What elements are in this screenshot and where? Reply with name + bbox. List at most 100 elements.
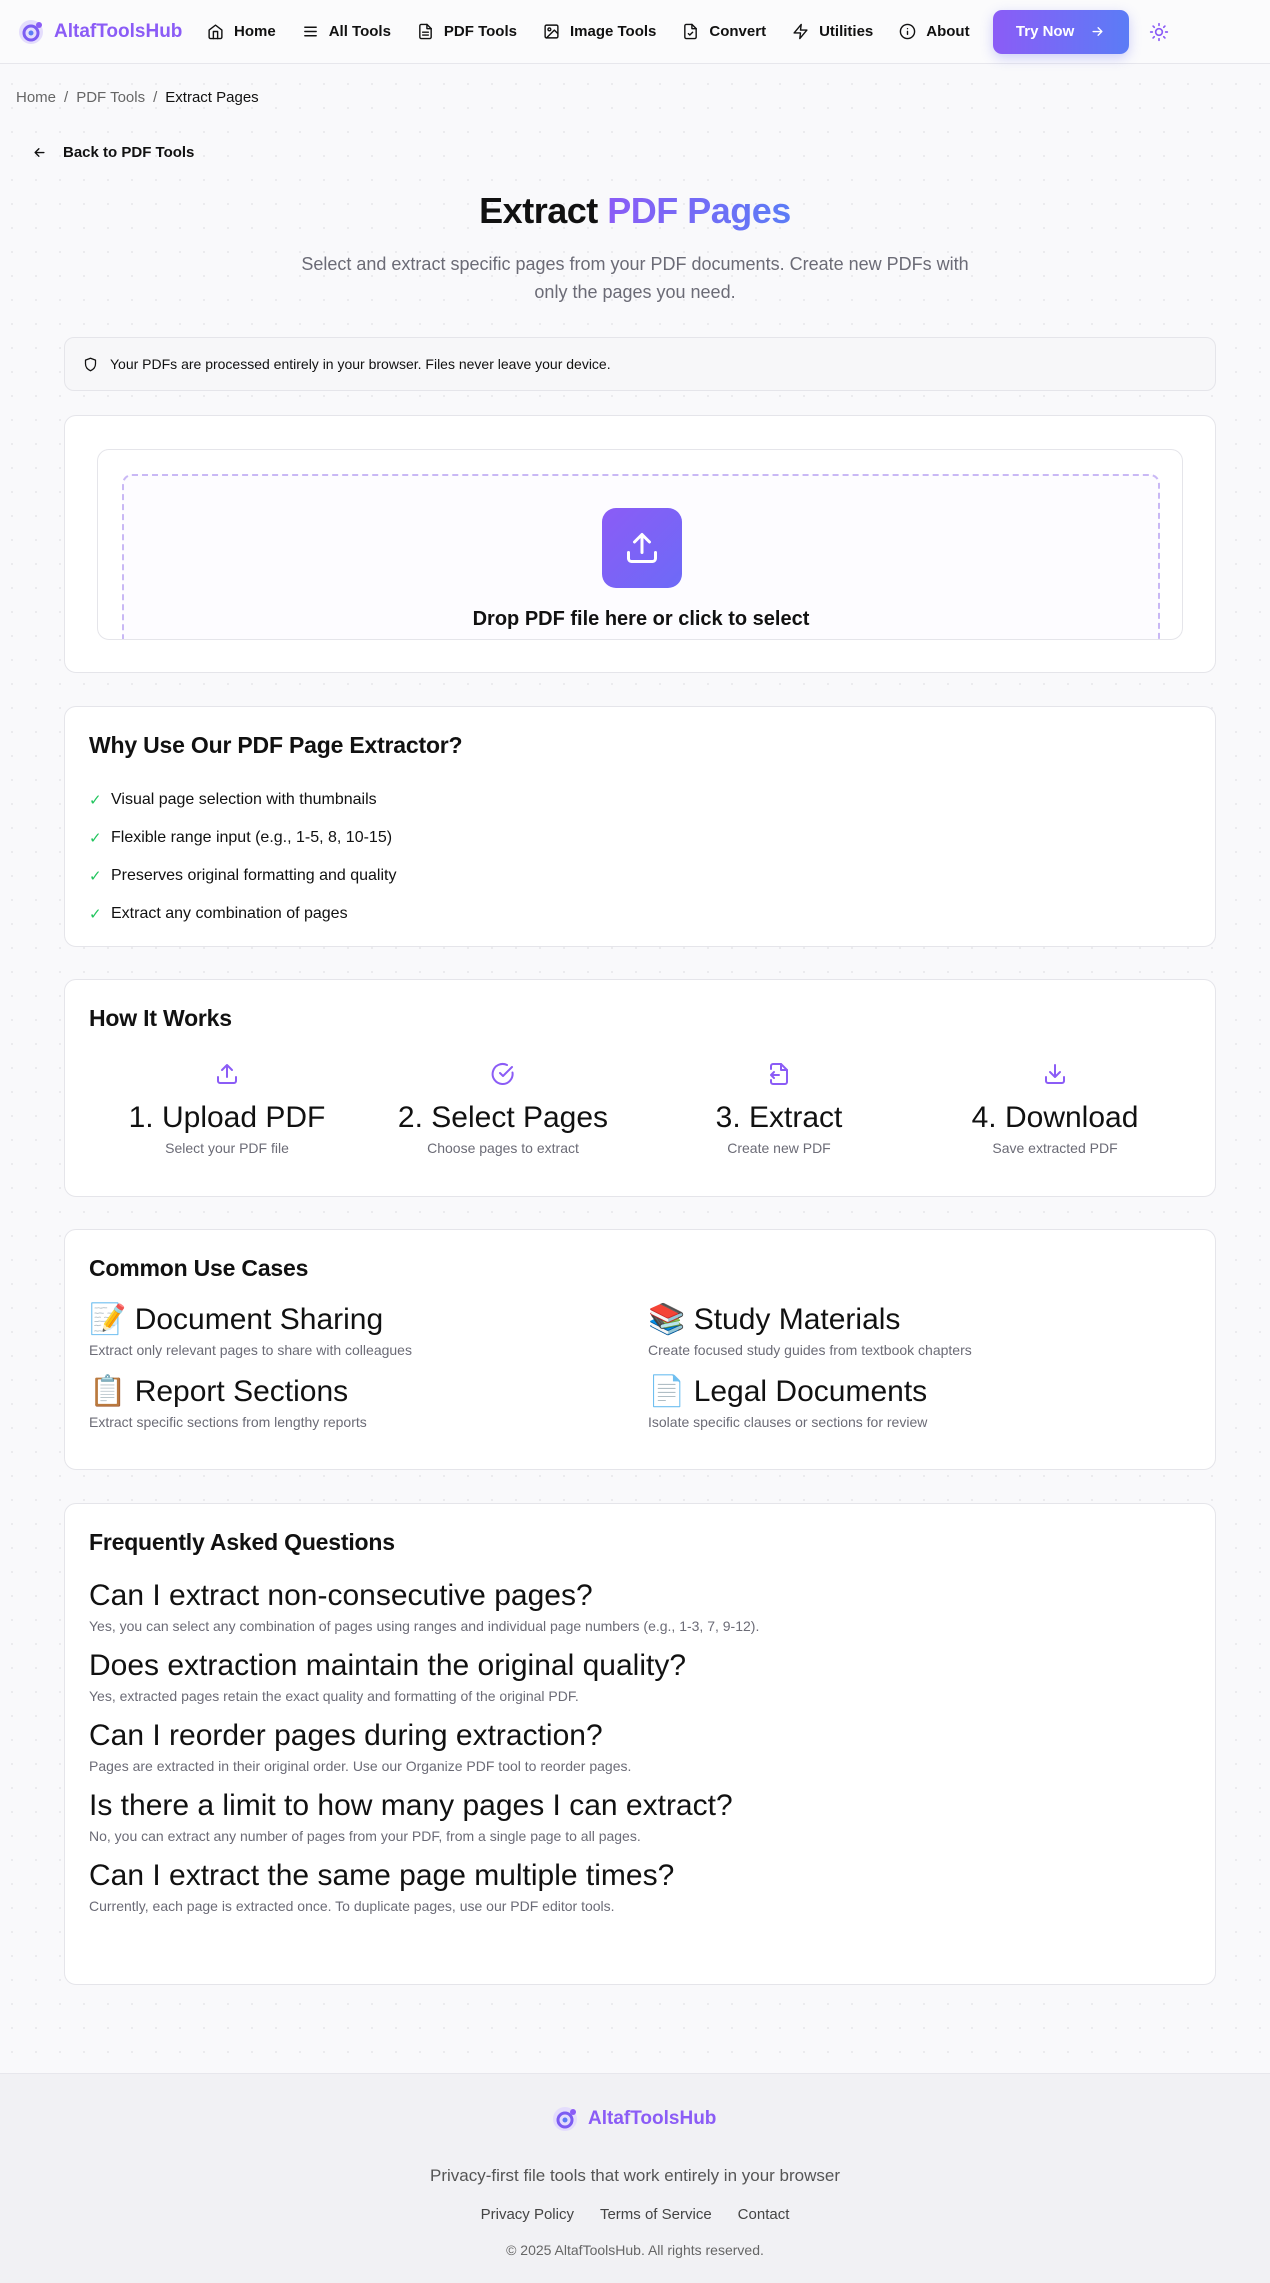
faq-answer: No, you can extract any number of pages … bbox=[89, 1828, 641, 1844]
faq-question: Does extraction maintain the original qu… bbox=[89, 1649, 686, 1682]
logo-icon bbox=[553, 2107, 577, 2131]
faq-answer: Pages are extracted in their original or… bbox=[89, 1758, 632, 1774]
faq-item: Can I extract the same page multiple tim… bbox=[89, 1858, 1191, 1914]
file-convert-icon bbox=[684, 23, 698, 40]
nav-item-label: About bbox=[926, 23, 970, 40]
faq-question: Can I reorder pages during extraction? bbox=[89, 1719, 603, 1752]
nav-item-label: Home bbox=[234, 23, 276, 40]
back-to-pdf-tools-link[interactable]: Back to PDF Tools bbox=[32, 144, 194, 161]
step-desc: Select your PDF file bbox=[165, 1140, 289, 1156]
faq-item: Can I reorder pages during extraction? P… bbox=[89, 1718, 1191, 1774]
use-case-item: 📄 Legal Documents Isolate specific claus… bbox=[648, 1372, 1193, 1430]
nav-item-image-tools[interactable]: Image Tools bbox=[532, 12, 671, 52]
faq-item: Can I extract non-consecutive pages? Yes… bbox=[89, 1578, 1191, 1634]
dropzone-prompt: Drop PDF file here or click to select bbox=[472, 608, 810, 630]
nav-item-utilities[interactable]: Utilities bbox=[781, 12, 888, 52]
use-case-title: 📝 Document Sharing bbox=[89, 1303, 384, 1336]
zap-icon bbox=[793, 23, 808, 40]
faq-answer: Yes, extracted pages retain the exact qu… bbox=[89, 1688, 579, 1704]
sun-icon[interactable] bbox=[1149, 22, 1169, 42]
file-export-icon bbox=[770, 1063, 788, 1085]
nav-item-label: Image Tools bbox=[569, 23, 657, 40]
image-icon bbox=[544, 24, 559, 39]
home-icon bbox=[208, 24, 223, 40]
use-case-title: 📚 Study Materials bbox=[648, 1303, 901, 1336]
feature-text: Preserves original formatting and qualit… bbox=[111, 867, 397, 884]
breadcrumb-pdf-tools[interactable]: PDF Tools bbox=[76, 89, 145, 106]
use-case-desc: Extract specific sections from lengthy r… bbox=[89, 1414, 367, 1430]
logo-icon bbox=[19, 19, 43, 44]
privacy-notice: Your PDFs are processed entirely in your… bbox=[64, 337, 1216, 391]
feature-text: Visual page selection with thumbnails bbox=[111, 791, 377, 808]
feature-text: Extract any combination of pages bbox=[111, 905, 348, 922]
use-case-title: 📋 Report Sections bbox=[89, 1375, 349, 1408]
footer-link-contact[interactable]: Contact bbox=[738, 2206, 790, 2223]
use-case-item: 📝 Document Sharing Extract only relevant… bbox=[89, 1300, 648, 1358]
step-download: 4. Download Save extracted PDF bbox=[917, 1062, 1193, 1156]
list-item: ✓ Preserves original formatting and quali… bbox=[89, 857, 1191, 895]
try-now-button[interactable]: Try Now bbox=[992, 9, 1129, 54]
faq-card: Frequently Asked Questions Can I extract… bbox=[64, 1503, 1216, 1985]
step-select: 2. Select Pages Choose pages to extract bbox=[365, 1062, 641, 1156]
use-case-title: 📄 Legal Documents bbox=[648, 1375, 928, 1408]
nav-item-label: PDF Tools bbox=[443, 23, 517, 40]
try-now-label: Try Now bbox=[1015, 23, 1075, 40]
step-title: 4. Download bbox=[971, 1101, 1139, 1134]
faq-answer: Currently, each page is extracted once. … bbox=[89, 1898, 615, 1914]
upload-panel: Drop PDF file here or click to select bbox=[97, 449, 1183, 640]
list-item: ✓ Flexible range input (e.g., 1-5, 8, 10-… bbox=[89, 819, 1191, 857]
faq-item: Does extraction maintain the original qu… bbox=[89, 1648, 1191, 1704]
page-title-plain: Extract bbox=[479, 190, 598, 231]
step-title: 1. Upload PDF bbox=[128, 1101, 326, 1134]
footer-link-terms[interactable]: Terms of Service bbox=[600, 2206, 712, 2223]
footer-tagline: Privacy-first file tools that work entir… bbox=[429, 2166, 841, 2185]
step-desc: Save extracted PDF bbox=[992, 1140, 1118, 1156]
use-case-desc: Create focused study guides from textboo… bbox=[648, 1342, 972, 1358]
privacy-notice-text: Your PDFs are processed entirely in your… bbox=[110, 356, 611, 372]
nav-item-label: Utilities bbox=[819, 23, 874, 40]
top-nav: AltafToolsHub Home All Tools PDF Tools I… bbox=[0, 0, 1270, 64]
use-cases-card: Common Use Cases 📝 Document Sharing Extr… bbox=[64, 1229, 1216, 1470]
check-icon: ✓ bbox=[89, 868, 102, 885]
pdf-dropzone[interactable]: Drop PDF file here or click to select bbox=[122, 474, 1160, 639]
use-case-desc: Extract only relevant pages to share wit… bbox=[89, 1342, 412, 1358]
page-title-accent: PDF Pages bbox=[607, 190, 791, 231]
use-case-item: 📚 Study Materials Create focused study g… bbox=[648, 1300, 1193, 1358]
menu-icon bbox=[303, 26, 317, 37]
shield-icon bbox=[84, 357, 97, 371]
faq-title: Frequently Asked Questions bbox=[89, 1529, 395, 1555]
nav-item-all-tools[interactable]: All Tools bbox=[291, 12, 406, 52]
faq-list: Can I extract non-consecutive pages? Yes… bbox=[89, 1578, 1191, 1914]
breadcrumb-home[interactable]: Home bbox=[16, 89, 56, 106]
why-card: Why Use Our PDF Page Extractor? ✓ Visual … bbox=[64, 706, 1216, 947]
page-title: Extract PDF Pages bbox=[0, 190, 1270, 232]
download-icon bbox=[1045, 1064, 1065, 1084]
check-icon: ✓ bbox=[89, 792, 102, 809]
file-text-icon bbox=[419, 23, 432, 40]
faq-question: Is there a limit to how many pages I can… bbox=[89, 1789, 733, 1822]
page-subtitle: Select and extract specific pages from y… bbox=[301, 254, 969, 302]
nav-item-convert[interactable]: Convert bbox=[671, 12, 781, 52]
use-cases-grid: 📝 Document Sharing Extract only relevant… bbox=[89, 1300, 1193, 1430]
upload-icon bbox=[217, 1064, 237, 1084]
footer-copyright: © 2025 AltafToolsHub. All rights reserve… bbox=[506, 2242, 764, 2258]
steps-row: 1. Upload PDF Select your PDF file 2. Se… bbox=[89, 1062, 1193, 1156]
footer-link-privacy[interactable]: Privacy Policy bbox=[481, 2206, 574, 2223]
upload-card: Drop PDF file here or click to select bbox=[64, 415, 1216, 673]
footer-logo[interactable]: AltafToolsHub bbox=[550, 2104, 724, 2134]
footer-brand-name: AltafToolsHub bbox=[588, 2108, 717, 2129]
breadcrumb-separator: / bbox=[153, 89, 158, 106]
brand-logo[interactable]: AltafToolsHub bbox=[16, 17, 196, 47]
step-title: 2. Select Pages bbox=[397, 1101, 609, 1134]
nav-item-pdf-tools[interactable]: PDF Tools bbox=[406, 12, 532, 52]
nav-item-label: All Tools bbox=[328, 23, 391, 40]
check-icon: ✓ bbox=[89, 906, 102, 923]
use-case-desc: Isolate specific clauses or sections for… bbox=[648, 1414, 928, 1430]
use-case-item: 📋 Report Sections Extract specific secti… bbox=[89, 1372, 648, 1430]
use-cases-title: Common Use Cases bbox=[89, 1255, 309, 1281]
faq-question: Can I extract non-consecutive pages? bbox=[89, 1579, 593, 1612]
how-title: How It Works bbox=[89, 1005, 232, 1031]
breadcrumb: Home / PDF Tools / Extract Pages bbox=[16, 89, 259, 106]
nav-item-about[interactable]: About bbox=[888, 12, 984, 52]
nav-item-home[interactable]: Home bbox=[196, 12, 291, 52]
